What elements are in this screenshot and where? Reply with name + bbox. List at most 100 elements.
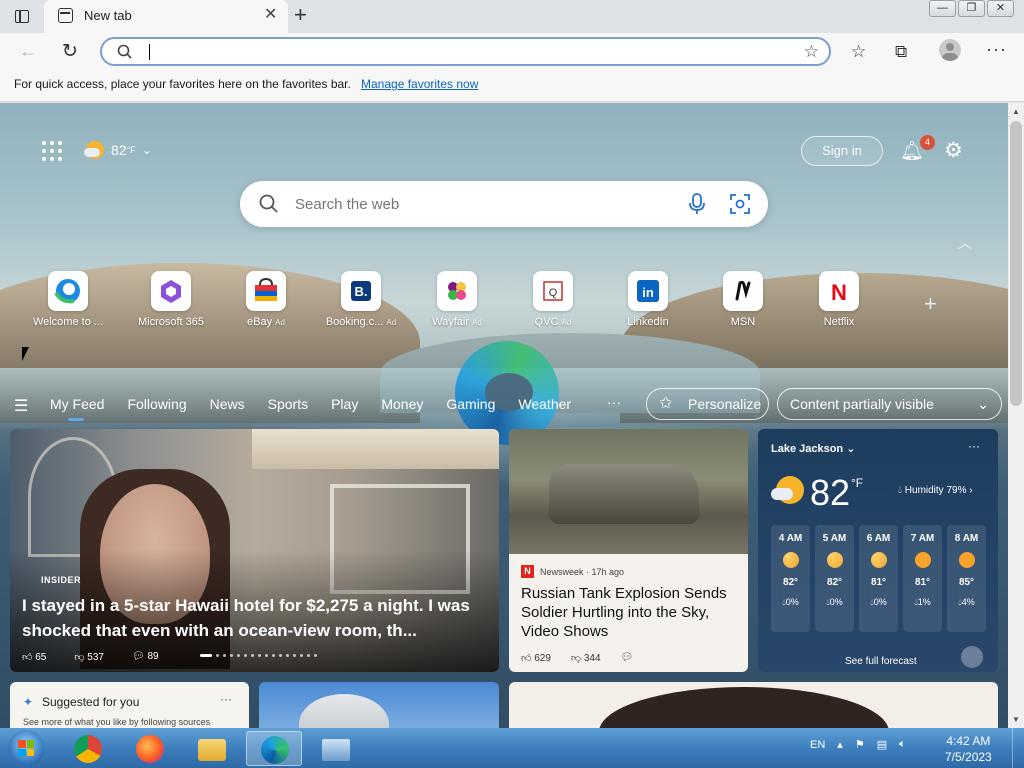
- scrollbar-thumb[interactable]: [1010, 121, 1022, 406]
- dislike-button[interactable]: 👎︎ 537: [74, 651, 118, 663]
- show-desktop-button[interactable]: [1012, 728, 1024, 768]
- quick-link-netflix[interactable]: N Netflix: [799, 271, 879, 328]
- hour-forecast[interactable]: 7 AM 81° 💧︎1%: [903, 525, 942, 632]
- add-quick-link-button[interactable]: +: [924, 291, 937, 317]
- hero-article-card[interactable]: INSIDER I stayed in a 5-star Hawaii hote…: [10, 429, 499, 672]
- article-headline[interactable]: I stayed in a 5-star Hawaii hotel for $2…: [22, 593, 490, 643]
- weather-card[interactable]: Lake Jackson ⌄ ··· 82 °F 💧︎ Humidity 79%…: [758, 429, 998, 672]
- tab-weather[interactable]: Weather: [518, 396, 571, 412]
- comments-button[interactable]: 💬︎: [621, 652, 634, 664]
- back-button[interactable]: ←: [19, 41, 37, 62]
- quick-link-linkedin[interactable]: in LinkedIn: [608, 271, 688, 328]
- article-headline[interactable]: Russian Tank Explosion Sends Soldier Hur…: [521, 584, 743, 641]
- moon-phase-icon[interactable]: [961, 646, 983, 668]
- sun-icon: [958, 552, 975, 568]
- collections-icon[interactable]: ⧉: [895, 42, 907, 62]
- news-article-card[interactable]: N Newsweek · 17h ago Russian Tank Explos…: [509, 429, 748, 672]
- svg-text:B.: B.: [355, 284, 368, 299]
- more-options-icon[interactable]: ···: [220, 692, 232, 706]
- content-visibility-dropdown[interactable]: Content partially visible ⌄: [777, 388, 1002, 420]
- article-card[interactable]: [259, 682, 499, 728]
- article-card[interactable]: [509, 682, 998, 728]
- more-options-icon[interactable]: ···: [968, 439, 980, 453]
- tab-news[interactable]: News: [210, 396, 245, 412]
- hour-forecast[interactable]: 8 AM 85° 💧︎4%: [947, 525, 986, 632]
- visual-search-icon[interactable]: [729, 193, 751, 215]
- quick-link-wayfair[interactable]: Wayfair Ad: [417, 271, 497, 328]
- action-center-icon[interactable]: ⚑: [855, 738, 865, 751]
- quick-link-label: LinkedIn: [627, 316, 669, 328]
- explorer-taskbar-button[interactable]: [184, 731, 240, 766]
- network-icon[interactable]: ▤: [877, 738, 887, 751]
- language-indicator[interactable]: EN: [810, 739, 825, 751]
- tab-following[interactable]: Following: [127, 396, 186, 412]
- microphone-icon[interactable]: [688, 193, 706, 215]
- svg-text:in: in: [642, 285, 654, 300]
- firefox-taskbar-button[interactable]: [122, 731, 178, 766]
- web-search-box[interactable]: [240, 181, 768, 227]
- chevron-up-icon[interactable]: ▴: [837, 738, 843, 751]
- tab-gaming[interactable]: Gaming: [446, 396, 495, 412]
- quick-link-microsoft-365[interactable]: Microsoft 365: [131, 271, 211, 328]
- tab-my-feed[interactable]: My Feed: [50, 396, 104, 421]
- address-bar[interactable]: ☆: [100, 37, 831, 66]
- tab-sports[interactable]: Sports: [268, 396, 308, 412]
- chevron-up-icon[interactable]: ︿: [958, 233, 972, 253]
- comments-button[interactable]: 💬︎ 89: [132, 651, 173, 663]
- volume-icon[interactable]: 🔈︎: [899, 738, 906, 751]
- like-button[interactable]: 👍︎ 629: [521, 652, 561, 664]
- clock[interactable]: 4:42 AM 7/5/2023: [945, 733, 992, 765]
- like-button[interactable]: 👍︎ 65: [22, 651, 60, 663]
- add-favorite-icon[interactable]: ☆: [804, 42, 819, 62]
- manage-favorites-link[interactable]: Manage favorites now: [361, 77, 478, 91]
- tab-money[interactable]: Money: [381, 396, 423, 412]
- tab-play[interactable]: Play: [331, 396, 358, 412]
- profile-avatar[interactable]: [939, 39, 961, 61]
- notifications-button[interactable]: 🔔︎ 4: [900, 135, 935, 163]
- quick-link-booking[interactable]: B. Booking.c... Ad: [321, 271, 401, 328]
- personalize-button[interactable]: ✩ Personalize: [646, 388, 769, 420]
- quick-link-qvc[interactable]: Q QVC Ad: [513, 271, 593, 328]
- new-tab-button[interactable]: +: [294, 4, 307, 26]
- page-scrollbar[interactable]: ▲ ▼: [1008, 103, 1024, 728]
- app-launcher-icon[interactable]: [42, 141, 62, 161]
- web-search-input[interactable]: [295, 194, 665, 214]
- tab-new-tab[interactable]: New tab ✕: [44, 0, 288, 33]
- start-button[interactable]: [8, 730, 44, 766]
- refresh-button[interactable]: ↻: [62, 40, 78, 63]
- scroll-up-icon[interactable]: ▲: [1012, 107, 1020, 116]
- quick-link-welcome[interactable]: Welcome to ...: [28, 271, 108, 328]
- quick-link-ebay[interactable]: eBay Ad: [226, 271, 306, 328]
- portrait-image: [599, 687, 889, 728]
- more-tabs-button[interactable]: ···: [607, 394, 621, 410]
- chevron-down-icon: ⌄: [977, 396, 989, 412]
- favorites-icon[interactable]: ☆: [851, 42, 866, 62]
- gear-icon[interactable]: ⚙: [944, 138, 963, 163]
- tab-close-icon[interactable]: ✕: [264, 7, 277, 23]
- article-source: Newsweek · 17h ago: [540, 566, 625, 577]
- scroll-down-icon[interactable]: ▼: [1012, 715, 1020, 724]
- restore-button[interactable]: ❐: [958, 0, 985, 17]
- chrome-taskbar-button[interactable]: [60, 731, 116, 766]
- edge-taskbar-button[interactable]: [246, 731, 302, 766]
- hour-forecast[interactable]: 4 AM 82° 💧︎0%: [771, 525, 810, 632]
- close-window-button[interactable]: ✕: [987, 0, 1014, 17]
- carousel-pager[interactable]: [200, 654, 321, 657]
- dislike-button[interactable]: 👎︎ 344: [571, 652, 611, 664]
- hour-forecast[interactable]: 6 AM 81° 💧︎0%: [859, 525, 898, 632]
- tab-actions-button[interactable]: [12, 7, 32, 25]
- settings-more-icon[interactable]: ···: [986, 39, 1007, 60]
- quick-link-msn[interactable]: MSN: [703, 271, 783, 328]
- weather-location[interactable]: Lake Jackson ⌄: [771, 442, 855, 455]
- sparkle-icon: ✩: [659, 395, 673, 412]
- see-full-forecast-link[interactable]: See full forecast: [845, 656, 917, 667]
- address-input[interactable]: [146, 42, 786, 61]
- linkedin-icon: in: [628, 271, 668, 311]
- hour-forecast[interactable]: 5 AM 82° 💧︎0%: [815, 525, 854, 632]
- suggested-card[interactable]: ✦ Suggested for you ··· See more of what…: [10, 682, 249, 728]
- menu-icon[interactable]: ☰: [14, 396, 28, 416]
- minimize-button[interactable]: —: [929, 0, 956, 17]
- remote-desktop-taskbar-button[interactable]: [308, 731, 364, 766]
- sign-in-button[interactable]: Sign in: [801, 136, 883, 166]
- weather-widget-button[interactable]: 82 °F ⌄: [84, 139, 152, 161]
